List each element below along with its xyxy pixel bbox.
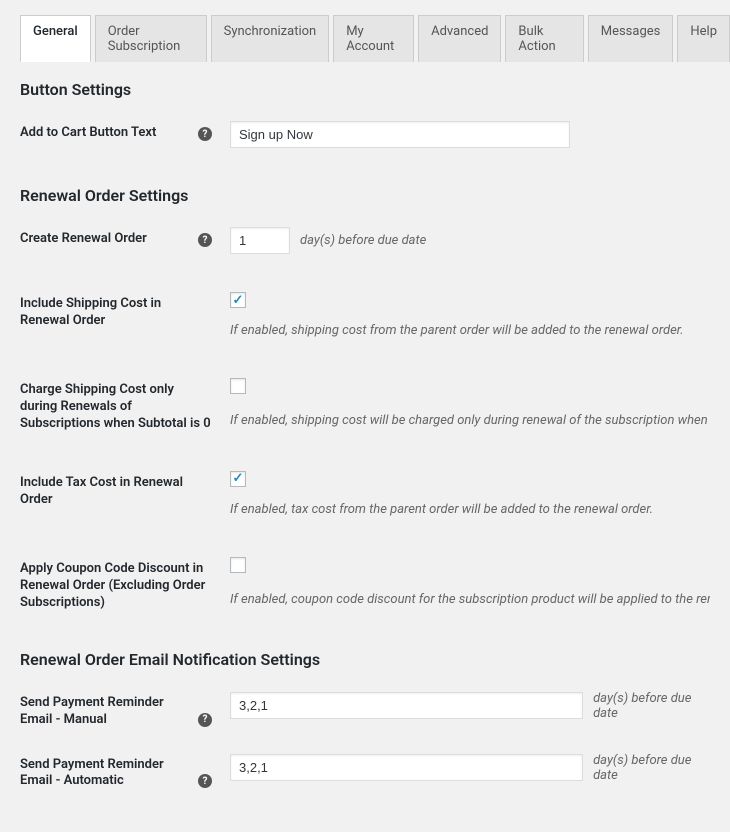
input-reminder-manual[interactable] <box>230 692 583 719</box>
help-icon[interactable]: ? <box>198 233 212 247</box>
checkbox-include-tax[interactable] <box>230 471 246 487</box>
suffix-reminder-auto: day(s) before due date <box>593 753 710 783</box>
desc-include-tax: If enabled, tax cost from the parent ord… <box>230 501 710 519</box>
tab-my-account[interactable]: My Account <box>333 15 414 62</box>
checkbox-charge-shipping[interactable] <box>230 378 246 394</box>
tab-advanced[interactable]: Advanced <box>418 15 501 62</box>
tab-general[interactable]: General <box>20 15 91 62</box>
row-reminder-auto: Send Payment Reminder Email - Automatic … <box>20 753 710 791</box>
label-create-renewal: Create Renewal Order <box>20 231 147 248</box>
help-icon[interactable]: ? <box>198 713 212 727</box>
desc-apply-coupon: If enabled, coupon code discount for the… <box>230 591 710 609</box>
tab-help[interactable]: Help <box>677 15 730 62</box>
tab-bulk-action[interactable]: Bulk Action <box>505 15 583 62</box>
label-reminder-manual: Send Payment Reminder Email - Manual <box>20 695 190 729</box>
settings-panel: Button Settings Add to Cart Button Text … <box>0 62 730 832</box>
desc-charge-shipping: If enabled, shipping cost will be charge… <box>230 412 710 430</box>
label-include-shipping: Include Shipping Cost in Renewal Order <box>20 296 212 330</box>
tab-synchronization[interactable]: Synchronization <box>211 15 330 62</box>
help-icon[interactable]: ? <box>198 127 212 141</box>
row-reminder-manual: Send Payment Reminder Email - Manual ? d… <box>20 691 710 729</box>
label-apply-coupon: Apply Coupon Code Discount in Renewal Or… <box>20 561 212 612</box>
row-apply-coupon: Apply Coupon Code Discount in Renewal Or… <box>20 557 710 612</box>
row-add-to-cart: Add to Cart Button Text ? <box>20 121 710 148</box>
desc-include-shipping: If enabled, shipping cost from the paren… <box>230 322 710 340</box>
section-button-settings: Button Settings <box>20 80 710 99</box>
tabs-nav: General Order Subscription Synchronizati… <box>0 0 730 62</box>
input-create-renewal-days[interactable] <box>230 227 290 254</box>
suffix-create-renewal: day(s) before due date <box>300 233 426 248</box>
checkbox-apply-coupon[interactable] <box>230 557 246 573</box>
checkbox-include-shipping[interactable] <box>230 292 246 308</box>
row-create-renewal: Create Renewal Order ? day(s) before due… <box>20 227 710 254</box>
tab-order-subscription[interactable]: Order Subscription <box>95 15 207 62</box>
section-email-notification: Renewal Order Email Notification Setting… <box>20 650 710 669</box>
row-include-shipping: Include Shipping Cost in Renewal Order I… <box>20 292 710 340</box>
input-add-to-cart[interactable] <box>230 121 570 148</box>
section-renewal-order: Renewal Order Settings <box>20 186 710 205</box>
input-reminder-auto[interactable] <box>230 754 583 781</box>
help-icon[interactable]: ? <box>198 774 212 788</box>
label-include-tax: Include Tax Cost in Renewal Order <box>20 475 212 509</box>
suffix-reminder-manual: day(s) before due date <box>593 691 710 721</box>
label-charge-shipping: Charge Shipping Cost only during Renewal… <box>20 382 212 433</box>
tab-messages[interactable]: Messages <box>588 15 674 62</box>
row-charge-shipping: Charge Shipping Cost only during Renewal… <box>20 378 710 433</box>
row-include-tax: Include Tax Cost in Renewal Order If ena… <box>20 471 710 519</box>
label-reminder-auto: Send Payment Reminder Email - Automatic <box>20 757 190 791</box>
label-add-to-cart: Add to Cart Button Text <box>20 125 156 142</box>
